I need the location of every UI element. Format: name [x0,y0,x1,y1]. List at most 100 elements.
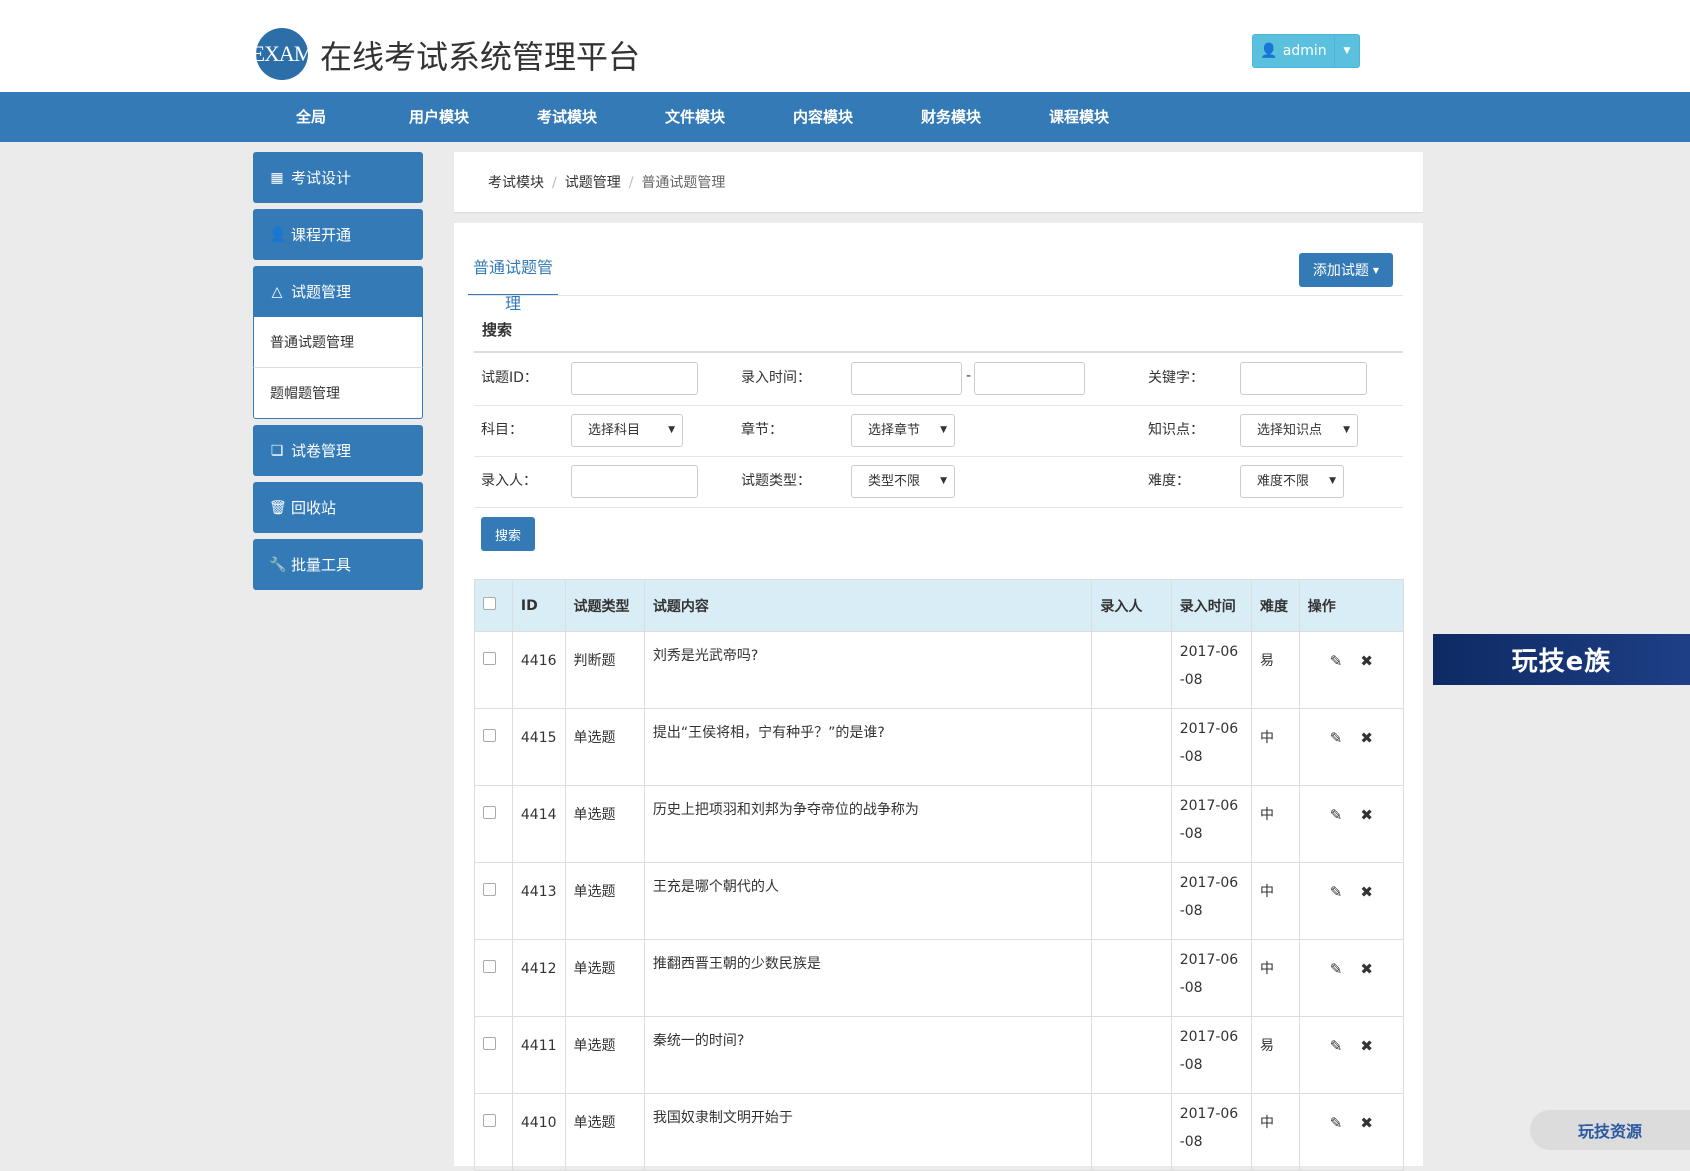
creator-input[interactable] [571,465,698,498]
breadcrumb-item[interactable]: 考试模块 [488,175,544,191]
cell-id: 4412 [511,939,566,1017]
row-checkbox[interactable] [483,806,496,819]
cell-time: 2017-06-08 [1170,785,1253,863]
sidebar-item-batch-tools[interactable]: 🔧 批量工具 [253,539,423,590]
keyword-input[interactable] [1240,362,1367,395]
sidebar-item-paper-manage[interactable]: ❏ 试卷管理 [253,425,423,476]
delete-icon[interactable]: ✖ [1360,646,1373,676]
search-button[interactable]: 搜索 [481,517,535,551]
edit-icon[interactable]: ✎ [1330,723,1343,753]
cell-actions: ✎ ✖ [1298,708,1405,786]
cell-content: 推翻西晋王朝的少数民族是 [643,939,1093,1017]
sidebar-subitem-cap-questions[interactable]: 题帽题管理 [253,368,423,419]
cell-type: 单选题 [564,1016,645,1094]
nav-item-files[interactable]: 文件模块 [631,92,759,142]
cell-time: 2017-06-08 [1170,1093,1253,1171]
add-question-label: 添加试题 [1312,263,1369,279]
row-checkbox[interactable] [483,960,496,973]
cell-content: 提出“王侯将相，宁有种乎？”的是谁? [643,708,1093,786]
cell-time: 2017-06-08 [1170,708,1253,786]
cell-content: 王充是哪个朝代的人 [643,862,1093,940]
chevron-down-icon: ▼ [940,476,947,486]
ad-banner[interactable]: 玩技e族 [1433,634,1690,685]
cell-actions: ✎ ✖ [1298,1016,1405,1094]
nav-item-global[interactable]: 全局 [247,92,375,142]
cell-difficulty: 中 [1251,785,1300,863]
user-menu-button[interactable]: 👤 admin ▼ [1252,34,1360,68]
subject-select[interactable]: 选择科目 ▼ [571,414,683,447]
breadcrumb-panel: 考试模块 / 试题管理 / 普通试题管理 [454,152,1423,212]
cell-time: 2017-06-08 [1170,862,1253,940]
knowledge-select-value: 选择知识点 [1257,423,1323,438]
cell-actions: ✎ ✖ [1298,1093,1405,1171]
cell-difficulty: 中 [1251,708,1300,786]
questions-table: ID 试题类型 试题内容 录入人 录入时间 难度 操作 4416 判断题 刘秀是光武… [474,579,1405,1171]
question-id-input[interactable] [571,362,698,395]
nav-item-courses[interactable]: 课程模块 [1015,92,1143,142]
chapter-select[interactable]: 选择章节 ▼ [851,414,955,447]
delete-icon[interactable]: ✖ [1360,723,1373,753]
edit-icon[interactable]: ✎ [1330,1031,1343,1061]
row-checkbox[interactable] [483,1037,496,1050]
question-type-select[interactable]: 类型不限 ▼ [851,465,955,498]
difficulty-select[interactable]: 难度不限 ▼ [1240,465,1344,498]
edit-icon[interactable]: ✎ [1330,646,1343,676]
table-row: 4416 判断题 刘秀是光武帝吗? 2017-06-08 易 ✎ ✖ [474,631,1405,709]
cell-id: 4415 [511,708,566,786]
edit-icon[interactable]: ✎ [1330,1108,1343,1138]
sidebar-item-label: 批量工具 [291,556,352,574]
delete-icon[interactable]: ✖ [1360,800,1373,830]
sidebar-item-label: 课程开通 [291,226,352,244]
nav-item-exam[interactable]: 考试模块 [503,92,631,142]
sidebar-subitem-normal-questions[interactable]: 普通试题管理 [253,317,423,368]
row-checkbox[interactable] [483,729,496,742]
column-header-actions: 操作 [1298,579,1405,632]
delete-icon[interactable]: ✖ [1360,954,1373,984]
nav-item-finance[interactable]: 财务模块 [887,92,1015,142]
row-divider [474,456,1403,457]
ad-badge[interactable]: 玩技资源 [1530,1110,1690,1150]
cell-creator [1091,1093,1172,1171]
knowledge-select[interactable]: 选择知识点 ▼ [1240,414,1358,447]
cell-actions: ✎ ✖ [1298,631,1405,709]
cell-type: 单选题 [564,708,645,786]
header: EXAM 在线考试系统管理平台 👤 admin ▼ [0,0,1690,92]
sidebar-item-recycle-bin[interactable]: 🗑 回收站 [253,482,423,533]
delete-icon[interactable]: ✖ [1360,877,1373,907]
cell-creator [1091,631,1172,709]
cell-id: 4414 [511,785,566,863]
entry-time-start-input[interactable] [851,362,962,395]
breadcrumb-item[interactable]: 试题管理 [565,175,621,191]
entry-time-end-input[interactable] [974,362,1085,395]
sidebar-item-label: 试题管理 [291,283,352,301]
keyword-label: 关键字： [1148,370,1204,386]
entry-time-label: 录入时间： [741,370,811,386]
date-range-dash: - [966,368,972,384]
grid-icon: ▦ [270,169,284,186]
chevron-down-icon: ▼ [1343,425,1350,435]
caret-down-icon: ▼ [1372,265,1380,275]
cell-type: 单选题 [564,785,645,863]
delete-icon[interactable]: ✖ [1360,1108,1373,1138]
row-checkbox[interactable] [483,883,496,896]
cell-content: 刘秀是光武帝吗? [643,631,1093,709]
column-header-content: 试题内容 [643,579,1093,632]
nav-item-content[interactable]: 内容模块 [759,92,887,142]
sidebar-item-course-open[interactable]: 👤 课程开通 [253,209,423,260]
caret-down-icon[interactable]: ▼ [1334,35,1359,67]
delete-icon[interactable]: ✖ [1360,1031,1373,1061]
cell-id: 4411 [511,1016,566,1094]
app-title: 在线考试系统管理平台 [320,38,641,76]
add-question-button[interactable]: 添加试题 ▼ [1299,253,1393,287]
chevron-down-icon: ▼ [940,425,947,435]
row-checkbox[interactable] [483,1114,496,1127]
sidebar-item-exam-design[interactable]: ▦ 考试设计 [253,152,423,203]
select-all-checkbox[interactable] [483,597,496,610]
row-checkbox[interactable] [483,652,496,665]
tab-normal-questions[interactable]: 普通试题管理 [468,250,558,313]
edit-icon[interactable]: ✎ [1330,954,1343,984]
sidebar-item-question-manage[interactable]: △ 试题管理 [253,266,423,317]
edit-icon[interactable]: ✎ [1330,800,1343,830]
nav-item-users[interactable]: 用户模块 [375,92,503,142]
edit-icon[interactable]: ✎ [1330,877,1343,907]
